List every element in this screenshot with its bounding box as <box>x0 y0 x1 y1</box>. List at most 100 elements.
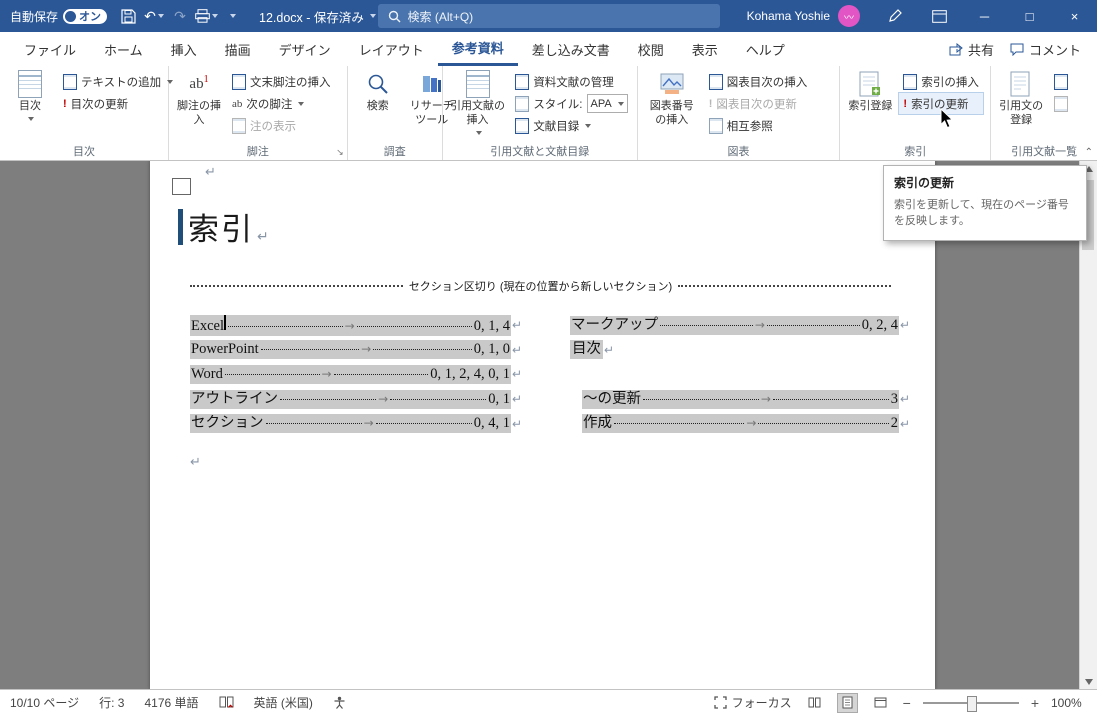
tab-mailings[interactable]: 差し込み文書 <box>518 32 624 66</box>
line-indicator[interactable]: 行: 3 <box>99 694 124 711</box>
anchor-box <box>172 178 191 195</box>
smart-lookup-button[interactable]: 検索 <box>353 69 403 116</box>
insert-citation-button[interactable]: 引用文献の挿入 <box>448 69 508 137</box>
pilcrow-mark: ↵ <box>511 416 522 431</box>
add-text-button[interactable]: テキストの追加 <box>59 71 177 92</box>
zoom-slider[interactable] <box>922 695 1019 712</box>
focus-mode-button[interactable]: フォーカス <box>713 694 792 711</box>
insert-table-of-authorities-button[interactable] <box>1050 71 1072 92</box>
pilcrow-mark: ↵ <box>511 367 522 382</box>
avatar[interactable]: 〰 <box>838 5 860 27</box>
insert-index-button[interactable]: 索引の挿入 <box>899 71 983 92</box>
tab-mark: → <box>344 318 355 333</box>
zoom-level[interactable]: 100% <box>1051 696 1087 710</box>
tab-layout[interactable]: レイアウト <box>345 32 438 66</box>
bibliography-icon <box>515 117 530 134</box>
index-entry[interactable]: マークアップ → 0, 2, 4 ↵ <box>570 313 910 338</box>
update-table-of-authorities-button <box>1050 93 1072 114</box>
undo-dropdown-caret[interactable] <box>157 14 164 18</box>
tab-file[interactable]: ファイル <box>10 32 90 66</box>
tab-design[interactable]: デザイン <box>265 32 345 66</box>
toc-button[interactable]: 目次 <box>5 69 55 123</box>
document-title[interactable]: 12.docx - 保存済み <box>259 7 376 26</box>
pilcrow-mark: ↵ <box>190 454 201 469</box>
bibliography-button[interactable]: 文献目録 <box>511 115 631 136</box>
heading-accent-bar <box>178 208 183 245</box>
zoom-in-button[interactable]: + <box>1031 695 1039 711</box>
undo-icon[interactable]: ↶ <box>141 3 167 29</box>
share-button[interactable]: 共有 <box>949 40 994 59</box>
print-icon[interactable] <box>193 3 219 29</box>
index-subentry[interactable]: ～の更新 → 3 ↵ <box>570 387 910 412</box>
insert-footnote-button[interactable]: ab1 脚注の挿入 <box>174 69 224 130</box>
footnotes-dialog-launcher-icon[interactable]: ↘ <box>336 147 344 158</box>
autosave-pill[interactable]: オン <box>63 8 108 24</box>
autosave-toggle[interactable]: 自動保存 オン <box>0 8 115 25</box>
print-dropdown-caret[interactable] <box>211 14 218 18</box>
tab-help[interactable]: ヘルプ <box>732 32 799 66</box>
close-button[interactable]: × <box>1052 0 1097 32</box>
update-toc-button[interactable]: ! 目次の更新 <box>59 93 177 114</box>
user-name[interactable]: Kohama Yoshie <box>747 9 830 23</box>
proofing-icon[interactable] <box>219 696 234 709</box>
accessibility-icon[interactable] <box>333 696 346 709</box>
read-mode-button[interactable] <box>804 693 825 713</box>
index-entry[interactable]: Excel → 0, 1, 4 ↵ <box>190 313 522 338</box>
pilcrow-mark: ↵ <box>511 342 522 357</box>
index-entry[interactable]: セクション → 0, 4, 1 ↵ <box>190 411 522 436</box>
index-entry[interactable]: アウトライン → 0, 1 ↵ <box>190 387 522 412</box>
index-entry[interactable]: 目次 ↵ <box>570 338 910 363</box>
index-entry[interactable]: Word → 0, 1, 2, 4, 0, 1 ↵ <box>190 362 522 387</box>
insert-caption-button[interactable]: 図表番号の挿入 <box>643 69 701 130</box>
zoom-out-button[interactable]: − <box>903 695 911 711</box>
minimize-button[interactable]: ─ <box>962 0 1007 32</box>
language-indicator[interactable]: 英語 (米国) <box>254 694 313 711</box>
index-subentry[interactable]: 作成 → 2 ↵ <box>570 411 910 436</box>
page-indicator[interactable]: 10/10 ページ <box>10 694 79 711</box>
collapse-ribbon-chevron-icon[interactable]: ⌃ <box>1085 147 1093 158</box>
insert-table-of-authorities-icon <box>1054 73 1069 90</box>
pilcrow-mark: ↵ <box>511 318 522 333</box>
search-box[interactable]: 検索 (Alt+Q) <box>377 4 720 28</box>
web-layout-button[interactable] <box>870 693 891 713</box>
document-page[interactable]: ↵ 索引 ↵ セクション区切り (現在の位置から新しいセクション) Excel →… <box>150 160 935 690</box>
tab-insert[interactable]: 挿入 <box>157 32 211 66</box>
manage-sources-button[interactable]: 資料文献の管理 <box>511 71 631 92</box>
style-select[interactable]: APA <box>586 94 628 113</box>
word-window: 自動保存 オン ↶ ↷ 12.docx - 保存済み 検索 (Alt+Q) Ko… <box>0 0 1097 715</box>
insert-endnote-button[interactable]: 文末脚注の挿入 <box>228 71 335 92</box>
title-dropdown-caret[interactable] <box>369 14 376 18</box>
print-layout-button[interactable] <box>836 692 858 713</box>
tab-review[interactable]: 校閲 <box>624 32 678 66</box>
focus-icon <box>713 696 727 709</box>
mark-citation-button[interactable]: 引用文の登録 <box>996 69 1046 130</box>
save-icon[interactable] <box>115 3 141 29</box>
pilcrow-mark: ↵ <box>899 318 910 333</box>
show-notes-icon <box>232 117 246 134</box>
title-bar: 自動保存 オン ↶ ↷ 12.docx - 保存済み 検索 (Alt+Q) Ko… <box>0 0 1097 32</box>
toggle-knob <box>65 10 77 22</box>
insert-endnote-icon <box>232 73 246 90</box>
next-footnote-button[interactable]: ab 次の脚注 <box>228 93 335 114</box>
pen-icon[interactable] <box>882 3 908 29</box>
ribbon-display-options-icon[interactable] <box>926 3 952 29</box>
group-index: 索引登録 索引の挿入 ! 索引の更新 索引 <box>840 66 992 160</box>
cross-reference-button[interactable]: 相互参照 <box>705 115 812 136</box>
tab-display[interactable]: 表示 <box>678 32 732 66</box>
word-count[interactable]: 4176 単語 <box>144 694 198 711</box>
document-canvas[interactable]: ↵ 索引 ↵ セクション区切り (現在の位置から新しいセクション) Excel →… <box>0 160 1097 690</box>
tab-home[interactable]: ホーム <box>90 32 157 66</box>
mark-entry-button[interactable]: 索引登録 <box>845 69 895 116</box>
insert-table-of-figures-button[interactable]: 図表目次の挿入 <box>705 71 812 92</box>
tab-references[interactable]: 参考資料 <box>437 32 518 66</box>
index-entry[interactable]: PowerPoint → 0, 1, 0 ↵ <box>190 338 522 363</box>
zoom-slider-thumb[interactable] <box>966 695 977 712</box>
quick-access-overflow-chevron[interactable] <box>219 3 245 29</box>
scroll-down-arrow-icon[interactable] <box>1080 673 1097 690</box>
style-icon <box>515 95 530 112</box>
comments-button[interactable]: コメント <box>1010 40 1081 59</box>
maximize-button[interactable]: □ <box>1007 0 1052 32</box>
section-break-line <box>678 285 892 287</box>
tab-draw[interactable]: 描画 <box>211 32 265 66</box>
autosave-state: オン <box>79 11 102 23</box>
